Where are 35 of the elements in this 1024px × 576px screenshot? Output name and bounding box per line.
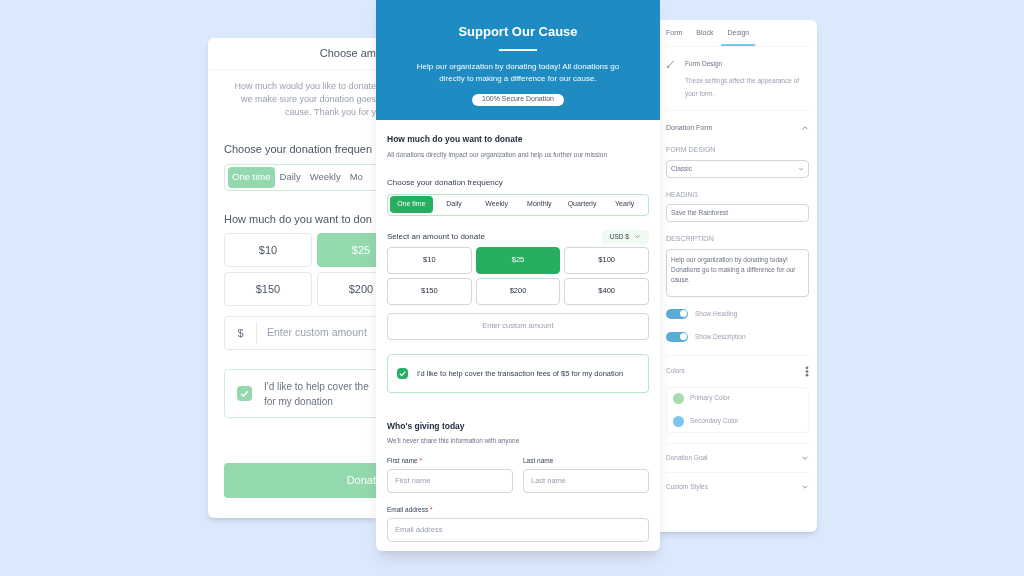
intro-text: we make sure your donation goes [240,93,376,106]
placeholder-text: Enter custom amount [267,325,367,341]
section-label: Choose your donation frequen [224,142,372,157]
section-heading: How much do you want to donate [387,133,524,146]
color-swatch[interactable] [673,392,684,404]
color-swatch[interactable] [673,415,684,427]
toggle-switch[interactable] [666,331,688,342]
brush-icon [666,60,675,69]
chevron-down-icon [634,233,641,240]
section-heading: Who's giving today [387,419,466,433]
amount-option[interactable]: $10 [224,233,312,267]
amount-option[interactable]: $150 [224,272,312,306]
form-title: Choose am [319,46,376,62]
section-label: How much do you want to don [224,211,372,227]
chevron-down-icon [798,165,804,172]
toggle-switch[interactable] [666,308,688,319]
checkbox-label: for my donation [264,394,334,409]
more-options-icon [805,365,809,377]
intro-text: cause. Thank you for y [285,106,376,119]
checkbox[interactable] [237,386,252,401]
heading-underline [499,48,537,51]
check-icon [239,388,250,399]
checkbox[interactable] [397,367,408,379]
frequency-tab[interactable]: Daily [275,166,305,188]
form-description: Help our organization by donating today! All donations go directly to making a difference for our cause. [415,60,621,85]
frequency-tab[interactable]: Mo [345,166,367,188]
section-label: Choose your donation frequency [387,176,504,189]
form-heading: Support Our Cause [458,23,578,41]
intro-text: How much would you like to donate [234,80,376,93]
amount-option[interactable]: $200 [317,272,376,306]
checkbox-label: I'd like to help cover the [264,379,369,394]
currency-symbol: $ [237,325,244,341]
frequency-tab[interactable]: Weekly [305,166,345,188]
check-icon [398,368,407,378]
section-label: Select an amount to donate [387,230,485,243]
